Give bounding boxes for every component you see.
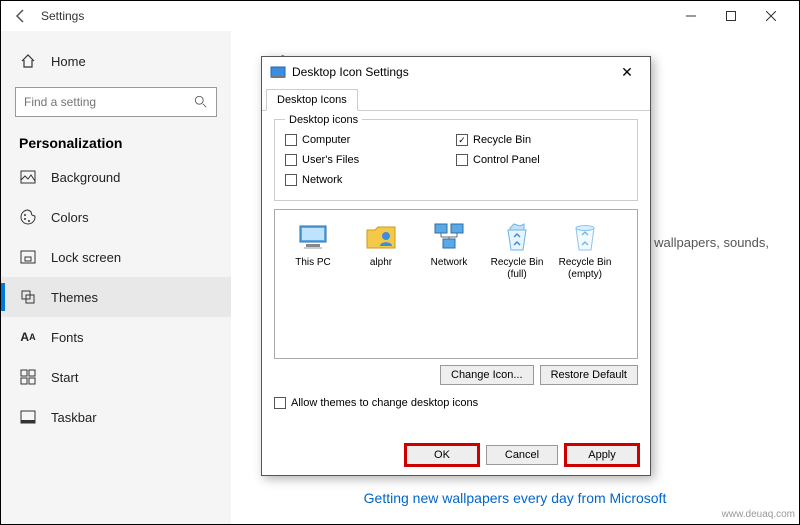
wallpapers-link[interactable]: Getting new wallpapers every day from Mi… [231, 490, 799, 506]
maximize-button[interactable] [711, 1, 751, 31]
taskbar-icon [19, 408, 37, 426]
search-input[interactable] [24, 95, 184, 109]
sidebar: Home Personalization Background Colors L… [1, 31, 231, 524]
icon-alphr[interactable]: alphr [347, 220, 415, 281]
icon-preview-well[interactable]: This PC alphr Network Recycle Bin (full)… [274, 209, 638, 359]
home-item[interactable]: Home [1, 41, 231, 81]
checkbox-recycle-bin[interactable]: ✓Recycle Bin [456, 130, 627, 150]
home-icon [19, 52, 37, 70]
group-legend: Desktop icons [285, 114, 362, 126]
window-close-button[interactable] [751, 1, 791, 31]
sidebar-item-start[interactable]: Start [1, 357, 231, 397]
dialog-close-button[interactable]: ✕ [612, 64, 642, 81]
network-icon [432, 220, 466, 254]
themes-icon [19, 288, 37, 306]
sidebar-item-background[interactable]: Background [1, 157, 231, 197]
sidebar-item-lockscreen[interactable]: Lock screen [1, 237, 231, 277]
lockscreen-icon [19, 248, 37, 266]
recycle-bin-empty-icon [568, 220, 602, 254]
recycle-bin-full-icon [500, 220, 534, 254]
icon-network[interactable]: Network [415, 220, 483, 281]
category-heading: Personalization [1, 125, 231, 157]
minimize-button[interactable] [671, 1, 711, 31]
desktop-icons-group: Desktop icons Computer User's Files Netw… [274, 119, 638, 201]
checkbox-users-files[interactable]: User's Files [285, 150, 456, 170]
checkbox-allow-themes[interactable]: Allow themes to change desktop icons [274, 393, 638, 413]
desktop-icon-settings-dialog: Desktop Icon Settings ✕ Desktop Icons De… [261, 56, 651, 476]
back-button[interactable] [9, 4, 33, 28]
palette-icon [19, 208, 37, 226]
apply-button[interactable]: Apply [566, 445, 638, 465]
start-icon [19, 368, 37, 386]
sidebar-item-taskbar[interactable]: Taskbar [1, 397, 231, 437]
dialog-icon [270, 64, 286, 80]
ok-button[interactable]: OK [406, 445, 478, 465]
cancel-button[interactable]: Cancel [486, 445, 558, 465]
fonts-icon: AA [19, 328, 37, 346]
this-pc-icon [296, 220, 330, 254]
checkbox-control-panel[interactable]: Control Panel [456, 150, 627, 170]
search-box[interactable] [15, 87, 217, 117]
sidebar-item-themes[interactable]: Themes [1, 277, 231, 317]
titlebar: Settings [1, 1, 799, 31]
icon-this-pc[interactable]: This PC [279, 220, 347, 281]
icon-recycle-empty[interactable]: Recycle Bin (empty) [551, 220, 619, 281]
tab-desktop-icons[interactable]: Desktop Icons [266, 89, 358, 111]
dialog-title: Desktop Icon Settings [292, 65, 409, 79]
change-icon-button[interactable]: Change Icon... [440, 365, 534, 385]
window-title: Settings [41, 9, 84, 23]
checkbox-network[interactable]: Network [285, 170, 456, 190]
icon-recycle-full[interactable]: Recycle Bin (full) [483, 220, 551, 281]
sidebar-item-colors[interactable]: Colors [1, 197, 231, 237]
search-icon [194, 95, 208, 109]
home-label: Home [51, 54, 86, 69]
watermark: www.deuaq.com [722, 509, 795, 520]
sidebar-item-fonts[interactable]: AA Fonts [1, 317, 231, 357]
checkbox-computer[interactable]: Computer [285, 130, 456, 150]
user-folder-icon [364, 220, 398, 254]
dialog-tabs: Desktop Icons [262, 87, 650, 111]
picture-icon [19, 168, 37, 186]
restore-default-button[interactable]: Restore Default [540, 365, 638, 385]
dialog-titlebar: Desktop Icon Settings ✕ [262, 57, 650, 87]
